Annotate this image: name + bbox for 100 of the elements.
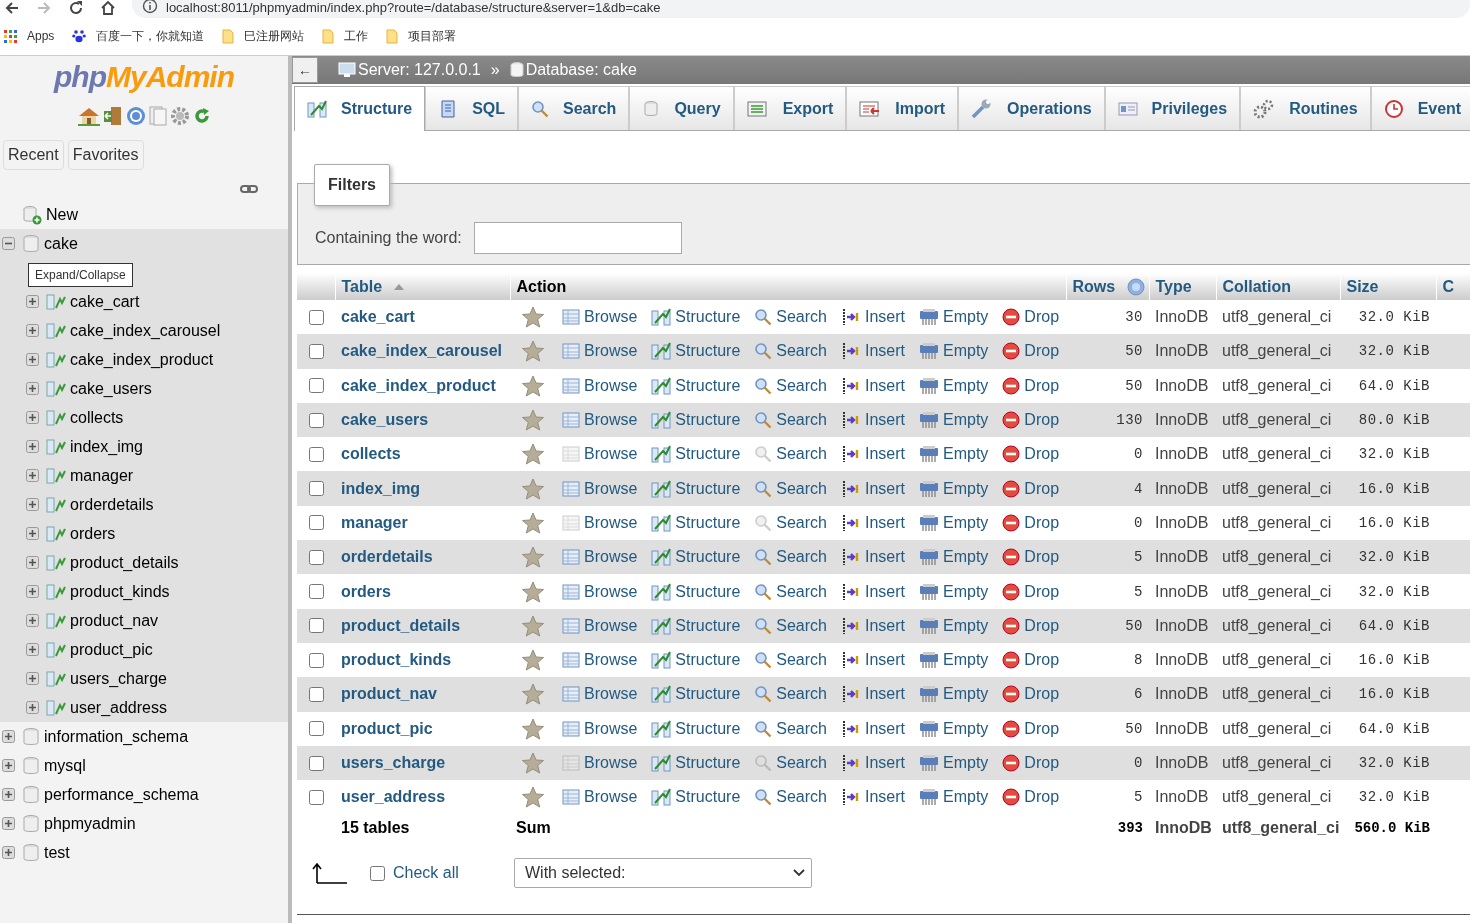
table-name-link[interactable]: product_nav [341, 685, 437, 703]
star-icon[interactable] [522, 409, 544, 432]
table-name-link[interactable]: cake_users [341, 411, 429, 429]
star-icon[interactable] [522, 580, 544, 603]
star-icon[interactable] [522, 511, 544, 534]
tab[interactable]: Search [518, 86, 630, 130]
action-link[interactable]: Drop [1024, 685, 1060, 704]
expand-icon[interactable] [26, 353, 39, 366]
table-name-link[interactable]: cake_index_carousel [341, 342, 502, 360]
action-link[interactable]: Insert [865, 513, 905, 532]
link-icon[interactable] [240, 184, 258, 194]
checkbox[interactable] [309, 446, 324, 462]
action-link[interactable]: Structure [675, 754, 741, 772]
table-item[interactable]: user_address [70, 698, 167, 717]
expand-icon[interactable] [26, 527, 39, 540]
expand-icon[interactable] [26, 498, 39, 511]
table-item[interactable]: product_pic [70, 640, 153, 659]
bookmark-link[interactable]: 百度一下，你就知道 [96, 27, 205, 45]
action-link[interactable]: Drop [1024, 719, 1060, 738]
expand-icon[interactable] [2, 788, 15, 801]
action-link[interactable]: Browse [584, 651, 638, 670]
action-link[interactable]: Search [776, 754, 827, 772]
table-item[interactable]: product_details [70, 553, 179, 572]
action-link[interactable]: Drop [1024, 342, 1060, 361]
table-item[interactable]: cake_index_product [70, 350, 214, 369]
table-item[interactable]: orderdetails [70, 495, 154, 514]
checkbox[interactable] [309, 343, 324, 359]
tab[interactable]: SQL [425, 86, 518, 130]
column-header[interactable]: Table [341, 277, 383, 295]
action-link[interactable]: Structure [675, 342, 741, 361]
action-link[interactable]: Drop [1024, 788, 1060, 807]
app-logo[interactable]: phpMyAdmin [54, 56, 234, 98]
table-name-link[interactable]: product_pic [341, 719, 433, 737]
action-link[interactable]: Structure [675, 376, 741, 395]
checkbox[interactable] [309, 549, 324, 565]
action-link[interactable]: Structure [675, 651, 741, 670]
action-link[interactable]: Insert [865, 788, 905, 807]
checkbox[interactable] [309, 515, 324, 531]
expand-icon[interactable] [2, 730, 15, 743]
table-item[interactable]: cake_cart [70, 292, 140, 311]
action-link[interactable]: Search [776, 445, 827, 464]
database-item[interactable]: mysql [44, 756, 86, 775]
home-icon[interactable] [77, 106, 100, 126]
star-icon[interactable] [522, 786, 544, 809]
column-header[interactable]: Action [516, 277, 567, 295]
action-link[interactable]: Empty [943, 685, 989, 704]
action-link[interactable]: Structure [675, 479, 741, 498]
tab[interactable]: Operations [958, 86, 1105, 130]
action-link[interactable]: Structure [675, 548, 741, 567]
database-item[interactable]: test [44, 843, 70, 862]
action-link[interactable]: Drop [1024, 616, 1060, 635]
expand-icon[interactable] [26, 295, 39, 308]
bulk-action-dropdown[interactable]: With selected: [514, 858, 812, 889]
action-link[interactable]: Insert [865, 376, 905, 395]
database-item[interactable]: New [46, 205, 78, 224]
reload-icon[interactable] [68, 0, 84, 16]
table-item[interactable]: index_img [70, 437, 143, 456]
bookmark-link[interactable]: 巳注册网站 [244, 27, 305, 45]
action-link[interactable]: Insert [865, 582, 905, 601]
action-link[interactable]: Search [776, 651, 827, 670]
action-link[interactable]: Insert [865, 479, 905, 498]
column-header[interactable]: Size [1346, 277, 1379, 295]
breadcrumb-link[interactable]: Database: cake [525, 61, 637, 79]
star-icon[interactable] [522, 477, 544, 500]
checkbox[interactable] [370, 865, 385, 881]
checkbox[interactable] [309, 789, 324, 805]
action-link[interactable]: Search [776, 582, 827, 601]
checkbox[interactable] [309, 584, 324, 599]
action-link[interactable]: Empty [943, 788, 989, 807]
action-link[interactable]: Structure [675, 445, 741, 464]
action-link[interactable]: Drop [1024, 479, 1060, 498]
action-link[interactable]: Empty [943, 479, 989, 498]
table-name-link[interactable]: index_img [341, 479, 421, 497]
action-link[interactable]: Insert [865, 616, 905, 635]
tab[interactable]: Structure [294, 86, 426, 131]
action-link[interactable]: Empty [943, 376, 989, 395]
tab[interactable]: Privileges [1104, 86, 1241, 130]
action-link[interactable]: Structure [675, 513, 741, 532]
checkbox[interactable] [309, 412, 324, 428]
action-link[interactable]: Empty [943, 445, 989, 464]
table-name-link[interactable]: product_details [341, 616, 461, 634]
star-icon[interactable] [522, 374, 544, 397]
checkbox[interactable] [309, 755, 324, 771]
action-link[interactable]: Empty [943, 411, 989, 430]
action-link[interactable]: Insert [865, 548, 905, 567]
expand-icon[interactable] [2, 817, 15, 830]
action-link[interactable]: Browse [584, 479, 638, 498]
tab[interactable]: Query [629, 86, 734, 130]
expand-icon[interactable] [26, 643, 39, 656]
action-link[interactable]: Empty [943, 548, 989, 567]
action-link[interactable]: Browse [584, 411, 638, 430]
action-link[interactable]: Browse [584, 754, 638, 772]
sort-icon[interactable] [394, 283, 405, 290]
action-link[interactable]: Browse [584, 719, 638, 738]
table-name-link[interactable]: cake_cart [341, 308, 415, 326]
tab[interactable]: Event [1370, 86, 1470, 130]
action-link[interactable]: Search [776, 411, 827, 430]
action-link[interactable]: Insert [865, 719, 905, 738]
action-link[interactable]: Empty [943, 342, 989, 361]
tab[interactable]: Export [733, 86, 847, 130]
